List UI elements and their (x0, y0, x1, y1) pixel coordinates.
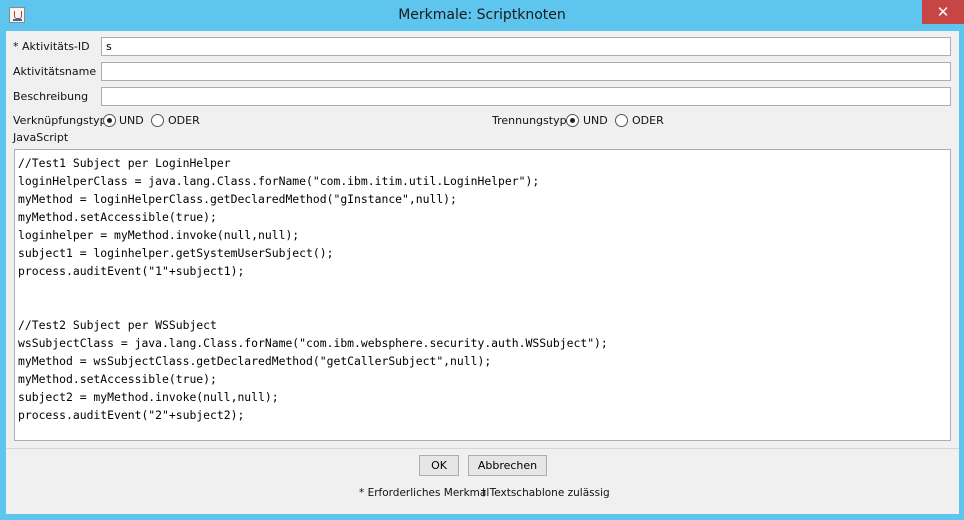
cancel-button[interactable]: Abbrechen (468, 455, 547, 476)
split-type-und-label[interactable]: UND (583, 114, 608, 127)
join-type-und-radio[interactable] (103, 114, 116, 127)
javascript-label: JavaScript (13, 131, 69, 144)
activity-name-input[interactable] (101, 62, 951, 81)
activity-id-label: * Aktivitäts-ID (13, 40, 90, 53)
activity-id-input[interactable] (101, 37, 951, 56)
ok-button[interactable]: OK (419, 455, 459, 476)
separator (6, 448, 959, 449)
activity-name-label: Aktivitätsname (13, 65, 97, 78)
join-type-und-label[interactable]: UND (119, 114, 144, 127)
description-input[interactable] (101, 87, 951, 106)
template-allowed-note: † Textschablone zulässig (481, 487, 610, 499)
javascript-editor[interactable]: //Test1 Subject per LoginHelper loginHel… (14, 149, 951, 441)
split-type-und-radio[interactable] (566, 114, 579, 127)
split-type-label: Trennungstyp (492, 114, 567, 127)
close-button[interactable]: ✕ (922, 0, 964, 24)
join-type-oder-label[interactable]: ODER (168, 114, 200, 127)
required-field-note: * Erforderliches Merkmal (359, 487, 490, 499)
title-bar[interactable]: Merkmale: Scriptknoten ✕ (0, 0, 964, 32)
join-type-label: Verknüpfungstyp (13, 114, 107, 127)
join-type-oder-radio[interactable] (151, 114, 164, 127)
split-type-oder-radio[interactable] (615, 114, 628, 127)
split-type-oder-label[interactable]: ODER (632, 114, 664, 127)
dialog-content: * Aktivitäts-ID Aktivitätsname Beschreib… (6, 31, 959, 514)
description-label: Beschreibung (13, 90, 89, 103)
window-title: Merkmale: Scriptknoten (398, 7, 566, 23)
dialog-window: Merkmale: Scriptknoten ✕ * Aktivitäts-ID… (0, 0, 964, 520)
